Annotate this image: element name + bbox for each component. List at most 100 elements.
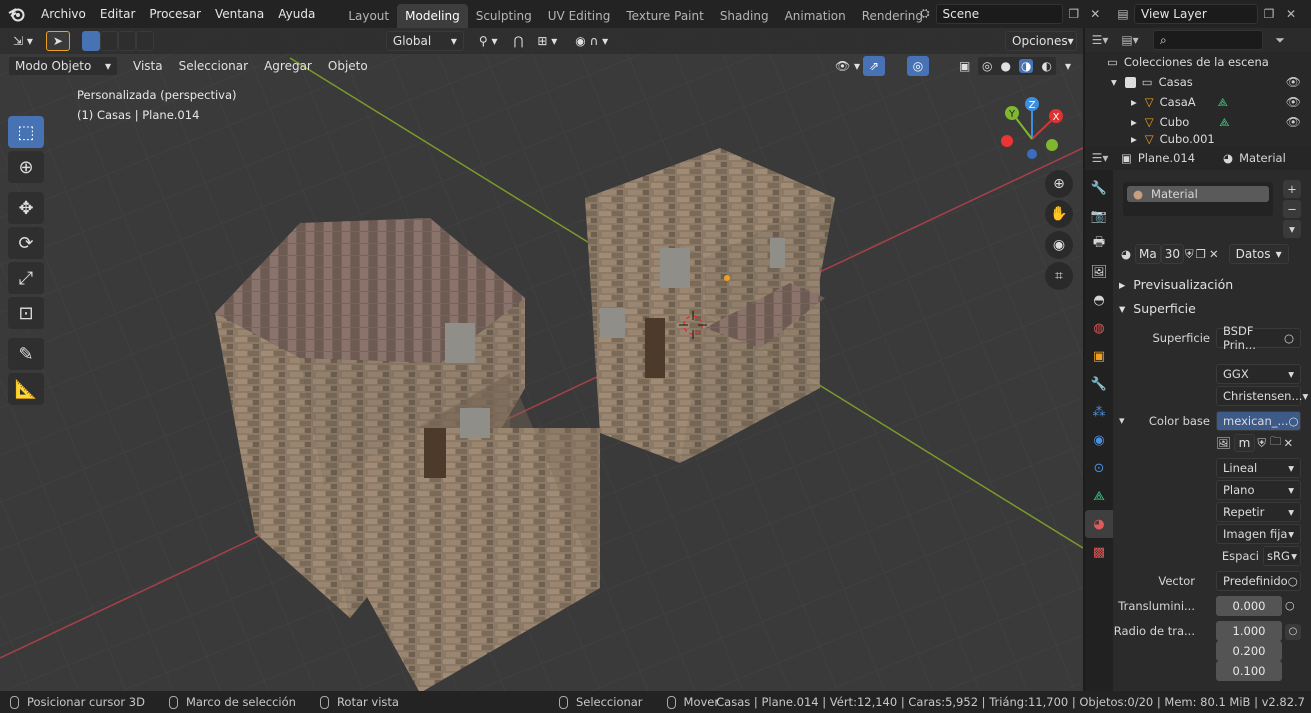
duplicate-icon[interactable]: ❐ (1196, 247, 1206, 261)
translucency-input[interactable]: 0.000 (1216, 596, 1282, 616)
select-new-icon[interactable] (81, 31, 100, 51)
filter-icon[interactable]: ⏷ (1269, 30, 1291, 50)
mode-dropdown[interactable]: Modo Objeto ▾ (8, 56, 118, 76)
material-slot-list[interactable]: ● Material (1123, 182, 1273, 216)
render-tab-icon[interactable]: 📷 (1085, 202, 1113, 230)
tool-tab-icon[interactable]: 🔧 (1085, 174, 1113, 202)
surface-section-header[interactable]: ▾ Superficie (1119, 298, 1196, 318)
extension-dropdown[interactable]: Repetir ▾ (1216, 502, 1301, 522)
expand-arrow-icon[interactable]: ▸ (1131, 115, 1137, 129)
gizmo-toggle-icon[interactable]: ⇗ (863, 56, 885, 76)
link-dropdown[interactable]: Datos ▾ (1228, 244, 1289, 264)
add-slot-icon[interactable]: + (1283, 180, 1301, 198)
shading-options-icon[interactable]: ▾ (1058, 56, 1078, 76)
transform-pivot-icon[interactable]: ⇲ ▾ (6, 31, 40, 51)
orientation-dropdown[interactable]: Global ▾ (385, 31, 464, 51)
image-name-field[interactable]: m (1233, 434, 1256, 452)
source-dropdown[interactable]: Imagen fija ▾ (1216, 524, 1301, 544)
new-scene-icon[interactable]: ❐ (1063, 4, 1085, 24)
remove-slot-icon[interactable]: − (1283, 200, 1301, 218)
fake-user-icon[interactable]: ⛨ (1257, 436, 1266, 451)
visibility-icon[interactable]: 👁 ▾ (828, 56, 867, 76)
transform-tool-icon[interactable]: ⊡ (8, 297, 44, 329)
eye-icon[interactable]: 👁 (1286, 115, 1301, 129)
options-dropdown[interactable]: Opciones ▾ (1005, 31, 1077, 51)
open-folder-icon[interactable]: 🗀 (1270, 434, 1282, 453)
workspace-tab-texture-paint[interactable]: Texture Paint (618, 4, 711, 28)
output-tab-icon[interactable]: 🖶 (1085, 230, 1113, 258)
projection-dropdown[interactable]: Plano ▾ (1216, 480, 1301, 500)
material-tab-icon[interactable]: ◕ (1085, 510, 1113, 538)
annotate-tool-icon[interactable]: ✎ (8, 338, 44, 370)
menu-item-archivo[interactable]: Archivo (34, 0, 93, 28)
surface-shader-field[interactable]: BSDF Prin... ○ (1216, 324, 1301, 352)
subsurface-method-dropdown[interactable]: Christensen... ▾ (1216, 386, 1308, 406)
checkbox-icon[interactable] (1124, 76, 1136, 88)
snap-target-icon[interactable]: ⊞ ▾ (530, 31, 564, 51)
select-extend-icon[interactable] (99, 31, 118, 51)
viewport-menu-vista[interactable]: Vista (126, 56, 170, 76)
vector-field[interactable]: Predefinido ○ (1216, 571, 1301, 591)
proportional-edit-icon[interactable]: ◉ ∩ ▾ (568, 31, 615, 51)
view-layer-tab-icon[interactable]: 🖼 (1085, 258, 1113, 286)
material-slot-item[interactable]: ● Material (1127, 186, 1269, 202)
outliner-row-casaa[interactable]: ▸ ▽ CasaA ⟁ 👁 (1085, 92, 1311, 112)
select-intersect-icon[interactable] (135, 31, 154, 51)
solid-shading-icon[interactable]: ● (1001, 59, 1011, 73)
particles-tab-icon[interactable]: ⁂ (1085, 398, 1113, 426)
outliner-scene-collection[interactable]: ▭ Colecciones de la escena (1085, 52, 1311, 72)
menu-item-ayuda[interactable]: Ayuda (271, 0, 322, 28)
new-layer-icon[interactable]: ❐ (1258, 4, 1280, 24)
workspace-tab-modeling[interactable]: Modeling (397, 4, 468, 28)
ortho-grid-icon[interactable]: ⌗ (1045, 262, 1073, 290)
viewport-menu-agregar[interactable]: Agregar (257, 56, 319, 76)
outliner-search-input[interactable]: ⌕ (1153, 30, 1263, 50)
properties-editor-icon[interactable]: ☰▾ (1089, 148, 1111, 168)
select-mode-icon[interactable]: ➤ (45, 31, 70, 51)
physics-tab-icon[interactable]: ◉ (1085, 426, 1113, 454)
expand-arrow-icon[interactable]: ▾ (1111, 75, 1117, 89)
preview-section-header[interactable]: ▸ Previsualización (1119, 274, 1233, 294)
scene-field[interactable]: Scene (935, 3, 1063, 24)
display-mode-icon[interactable]: ▤▾ (1119, 30, 1141, 50)
constraints-tab-icon[interactable]: ⊙ (1085, 454, 1113, 482)
cursor-tool-icon[interactable]: ⊕ (8, 151, 44, 183)
workspace-tab-uv-editing[interactable]: UV Editing (540, 4, 619, 28)
interpolation-dropdown[interactable]: Lineal ▾ (1216, 458, 1301, 478)
radius-y-input[interactable]: 0.200 (1216, 641, 1282, 661)
pivot-point-icon[interactable]: ⚲ ▾ (472, 31, 505, 51)
scene-tab-icon[interactable]: ◓ (1085, 286, 1113, 314)
3d-viewport[interactable]: Personalizada (perspectiva) (1) Casas | … (0, 28, 1083, 691)
overlay-toggle-icon[interactable]: ◎ (907, 56, 929, 76)
outliner-row-cubo001[interactable]: ▸ ▽ Cubo.001 (1085, 132, 1311, 146)
snap-magnet-icon[interactable]: ⋂ (507, 31, 531, 51)
base-color-field[interactable]: mexican_... ○ (1216, 411, 1301, 431)
eye-icon[interactable]: 👁 (1286, 75, 1301, 89)
wireframe-shading-icon[interactable]: ◎ (982, 59, 992, 73)
outliner-row-casas[interactable]: ▾ ▭ Casas 👁 (1085, 72, 1311, 92)
menu-item-procesar[interactable]: Procesar (142, 0, 208, 28)
camera-view-icon[interactable]: ◉ (1045, 231, 1073, 259)
workspace-tab-shading[interactable]: Shading (712, 4, 777, 28)
view-layer-selector[interactable]: ▤ View Layer ❐ ✕ (1112, 3, 1308, 24)
expand-arrow-icon[interactable]: ▸ (1131, 132, 1137, 146)
measure-tool-icon[interactable]: 📐 (8, 373, 44, 405)
navigation-gizmo[interactable]: Z X Y (1000, 93, 1070, 163)
texture-tab-icon[interactable]: ▩ (1085, 538, 1113, 566)
material-users-count[interactable]: 30 (1160, 244, 1185, 264)
object-tab-icon[interactable]: ▣ (1085, 342, 1113, 370)
modifier-tab-icon[interactable]: 🔧 (1085, 370, 1113, 398)
outliner-editor-icon[interactable]: ☰▾ (1089, 30, 1111, 50)
eye-icon[interactable]: 👁 (1286, 95, 1301, 109)
shading-modes[interactable]: ◎ ● ◑ ◐ (977, 56, 1057, 76)
menu-item-ventana[interactable]: Ventana (208, 0, 271, 28)
select-subtract-icon[interactable] (117, 31, 136, 51)
scale-tool-icon[interactable]: ⤢ (8, 262, 44, 294)
distribution-dropdown[interactable]: GGX ▾ (1216, 364, 1301, 384)
view-layer-field[interactable]: View Layer (1134, 3, 1258, 24)
fake-user-icon[interactable]: ⛨ (1185, 247, 1194, 262)
rotate-tool-icon[interactable]: ⟳ (8, 227, 44, 259)
xray-icon[interactable]: ▣ (952, 56, 977, 76)
outliner-row-cubo[interactable]: ▸ ▽ Cubo ⟁ 👁 (1085, 112, 1311, 132)
pan-hand-icon[interactable]: ✋ (1045, 200, 1073, 228)
